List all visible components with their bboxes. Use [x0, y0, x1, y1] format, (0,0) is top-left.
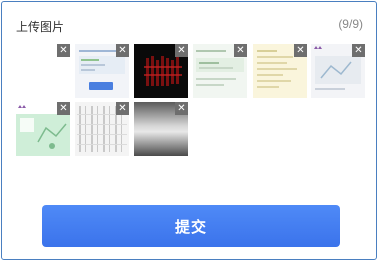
- upload-panel: 上传图片 (9/9) ✕ ✕ ✕ ✕ ✕ ✕ ✕ ✕ ✕ 提交: [1, 1, 377, 260]
- thumbnail-8[interactable]: ✕: [75, 102, 129, 156]
- thumbnail-5[interactable]: ✕: [253, 44, 307, 98]
- thumbnail-3[interactable]: ✕: [134, 44, 188, 98]
- remove-thumbnail-6-icon[interactable]: ✕: [352, 44, 365, 57]
- thumbnail-2[interactable]: ✕: [75, 44, 129, 98]
- remove-thumbnail-7-icon[interactable]: ✕: [57, 102, 70, 115]
- remove-thumbnail-4-icon[interactable]: ✕: [234, 44, 247, 57]
- remove-thumbnail-3-icon[interactable]: ✕: [175, 44, 188, 57]
- thumbnail-4[interactable]: ✕: [193, 44, 247, 98]
- remove-thumbnail-2-icon[interactable]: ✕: [116, 44, 129, 57]
- thumbnail-9[interactable]: ✕: [134, 102, 188, 156]
- submit-button[interactable]: 提交: [42, 205, 340, 247]
- remove-thumbnail-8-icon[interactable]: ✕: [116, 102, 129, 115]
- thumbnail-6[interactable]: ✕: [311, 44, 365, 98]
- upload-title: 上传图片: [16, 20, 65, 34]
- thumbnail-7[interactable]: ✕: [16, 102, 70, 156]
- remove-thumbnail-5-icon[interactable]: ✕: [294, 44, 307, 57]
- remove-thumbnail-9-icon[interactable]: ✕: [175, 102, 188, 115]
- remove-thumbnail-1-icon[interactable]: ✕: [57, 44, 70, 57]
- upload-counter: (9/9): [338, 17, 363, 31]
- thumbnail-1[interactable]: ✕: [16, 44, 70, 98]
